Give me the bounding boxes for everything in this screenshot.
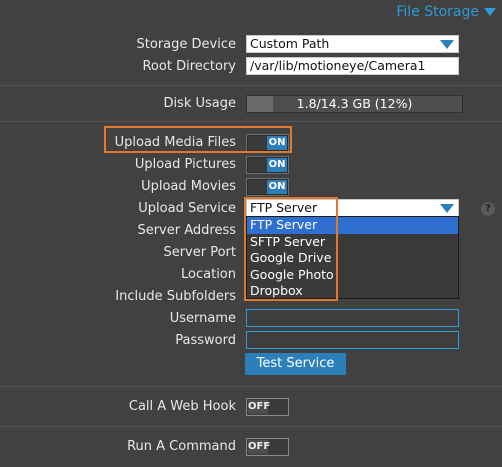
section-title: File Storage [396, 4, 479, 20]
disk-usage-bar: 1.8/14.3 GB (12%) [246, 95, 463, 113]
server-address-label: Server Address [137, 223, 236, 238]
toggle-state: OFF [248, 440, 271, 454]
disk-usage-text: 1.8/14.3 GB (12%) [296, 96, 413, 111]
storage-device-label: Storage Device [136, 37, 236, 52]
toggle-state: OFF [248, 400, 271, 414]
toggle-knob [248, 136, 267, 150]
upload-pictures-label: Upload Pictures [134, 157, 236, 172]
collapse-arrow-icon[interactable] [484, 8, 496, 16]
section-header-file-storage[interactable]: File Storage [396, 0, 502, 24]
dropdown-option-sftp-server[interactable]: SFTP Server [247, 234, 458, 251]
password-label: Password [175, 333, 236, 348]
dropdown-option-google-drive[interactable]: Google Drive [247, 250, 458, 267]
username-input[interactable] [246, 309, 459, 327]
toggle-state: ON [267, 158, 287, 172]
username-row: Username [0, 308, 502, 330]
storage-device-value: Custom Path [250, 36, 330, 51]
separator [0, 426, 502, 427]
upload-pictures-toggle[interactable]: ON [246, 156, 289, 174]
toggle-state: ON [267, 136, 287, 150]
dropdown-option-dropbox[interactable]: Dropbox [247, 283, 458, 300]
upload-movies-row: Upload Movies ON [0, 176, 502, 198]
run-command-row: Run A Command OFF [0, 436, 502, 458]
help-icon[interactable]: ? [481, 202, 495, 216]
toggle-knob [248, 158, 267, 172]
location-label: Location [181, 267, 236, 282]
upload-movies-toggle[interactable]: ON [246, 178, 289, 196]
run-command-toggle[interactable]: OFF [246, 438, 289, 456]
root-directory-input[interactable]: /var/lib/motioneye/Camera1 [246, 57, 459, 75]
test-service-button[interactable]: Test Service [245, 353, 346, 375]
upload-service-label: Upload Service [138, 201, 236, 216]
toggle-knob [248, 180, 267, 194]
password-input[interactable] [246, 331, 459, 349]
disk-usage-row: Disk Usage 1.8/14.3 GB (12%) [0, 93, 502, 115]
dropdown-option-google-photo[interactable]: Google Photo [247, 267, 458, 284]
call-web-hook-row: Call A Web Hook OFF [0, 396, 502, 418]
separator [0, 386, 502, 387]
password-row: Password [0, 330, 502, 352]
root-directory-label: Root Directory [142, 59, 236, 74]
upload-service-value: FTP Server [250, 200, 318, 215]
storage-device-select[interactable]: Custom Path [246, 35, 459, 53]
upload-media-files-label: Upload Media Files [114, 135, 236, 150]
separator [0, 85, 502, 86]
include-subfolders-label: Include Subfolders [115, 289, 236, 304]
upload-media-files-toggle[interactable]: ON [246, 134, 289, 152]
call-web-hook-toggle[interactable]: OFF [246, 398, 289, 416]
call-web-hook-label: Call A Web Hook [128, 399, 236, 414]
storage-device-row: Storage Device Custom Path [0, 34, 502, 56]
run-command-label: Run A Command [127, 439, 236, 454]
chevron-down-icon [440, 204, 454, 213]
separator [0, 121, 502, 122]
upload-pictures-row: Upload Pictures ON [0, 154, 502, 176]
dropdown-option-ftp-server[interactable]: FTP Server [247, 217, 458, 234]
upload-movies-label: Upload Movies [141, 179, 236, 194]
upload-service-dropdown[interactable]: FTP Server SFTP Server Google Drive Goog… [246, 216, 459, 299]
disk-usage-label: Disk Usage [163, 96, 236, 111]
upload-service-select[interactable]: FTP Server [246, 199, 459, 217]
upload-media-files-row: Upload Media Files ON [0, 132, 502, 154]
toggle-state: ON [267, 180, 287, 194]
username-label: Username [169, 311, 236, 326]
chevron-down-icon [440, 40, 454, 49]
root-directory-row: Root Directory /var/lib/motioneye/Camera… [0, 56, 502, 78]
server-port-label: Server Port [163, 245, 236, 260]
